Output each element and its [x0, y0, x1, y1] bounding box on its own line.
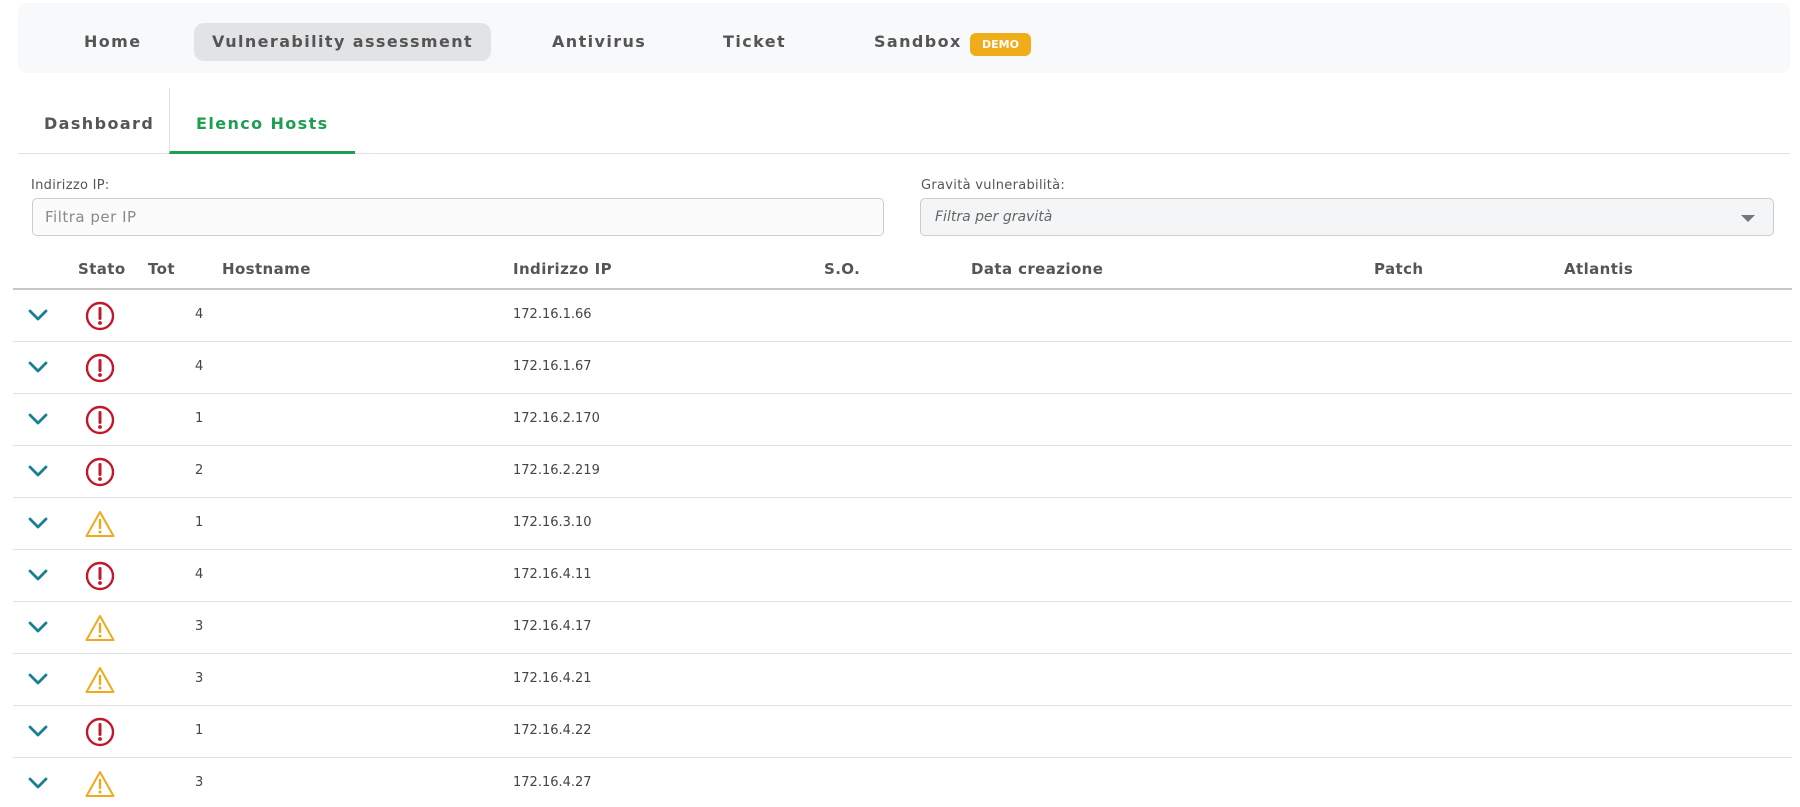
table-row[interactable]: 1 172.16.2.170: [13, 394, 1792, 446]
chevron-down-icon[interactable]: [26, 563, 50, 587]
cell-tot: 4: [195, 567, 204, 582]
cell-ip-address: 172.16.4.11: [513, 567, 592, 582]
chevron-down-icon[interactable]: [26, 355, 50, 379]
cell-ip-address: 172.16.4.22: [513, 723, 592, 738]
chevron-down-icon[interactable]: [26, 303, 50, 327]
cell-tot: 1: [195, 411, 204, 426]
cell-ip-address: 172.16.1.67: [513, 359, 592, 374]
chevron-down-icon[interactable]: [26, 615, 50, 639]
cell-tot: 3: [195, 619, 204, 634]
cell-ip-address: 172.16.3.10: [513, 515, 592, 530]
table-row[interactable]: 4 172.16.4.11: [13, 550, 1792, 602]
nav-item-home[interactable]: Home: [66, 23, 160, 61]
severity-filter-placeholder: Filtra per gravità: [935, 209, 1053, 225]
column-header-ip[interactable]: Indirizzo IP: [513, 260, 612, 278]
cell-tot: 3: [195, 671, 204, 686]
nav-item-vulnerability-assessment[interactable]: Vulnerability assessment: [194, 23, 492, 61]
nav-item-ticket[interactable]: Ticket: [705, 23, 804, 61]
ip-filter-input[interactable]: [32, 198, 884, 236]
cell-ip-address: 172.16.2.219: [513, 463, 600, 478]
warning-triangle-icon: [84, 664, 116, 696]
nav-item-sandbox[interactable]: Sandbox: [856, 23, 980, 61]
exclamation-circle-icon: [84, 716, 116, 748]
severity-filter-select[interactable]: Filtra per gravità: [920, 198, 1774, 236]
demo-badge: DEMO: [970, 33, 1031, 56]
exclamation-circle-icon: [84, 300, 116, 332]
exclamation-circle-icon: [84, 560, 116, 592]
column-header-hostname[interactable]: Hostname: [222, 260, 311, 278]
table-row[interactable]: 1 172.16.3.10: [13, 498, 1792, 550]
sub-tabs: Dashboard Elenco Hosts: [18, 88, 1790, 154]
chevron-down-icon[interactable]: [26, 407, 50, 431]
caret-down-icon: [1741, 215, 1755, 222]
column-header-tot[interactable]: Tot: [148, 260, 175, 278]
cell-ip-address: 172.16.1.66: [513, 307, 592, 322]
chevron-down-icon[interactable]: [26, 459, 50, 483]
cell-ip-address: 172.16.4.17: [513, 619, 592, 634]
nav-item-antivirus[interactable]: Antivirus: [534, 23, 664, 61]
cell-tot: 1: [195, 723, 204, 738]
table-row[interactable]: 3 172.16.4.21: [13, 654, 1792, 706]
table-row[interactable]: 4 172.16.1.67: [13, 342, 1792, 394]
column-header-atlantis[interactable]: Atlantis: [1564, 260, 1633, 278]
exclamation-circle-icon: [84, 404, 116, 436]
chevron-down-icon[interactable]: [26, 511, 50, 535]
warning-triangle-icon: [84, 612, 116, 644]
cell-tot: 4: [195, 359, 204, 374]
cell-ip-address: 172.16.4.27: [513, 775, 592, 790]
table-row[interactable]: 3 172.16.4.27: [13, 758, 1792, 807]
column-header-so[interactable]: S.O.: [824, 260, 860, 278]
column-header-patch[interactable]: Patch: [1374, 260, 1423, 278]
cell-tot: 1: [195, 515, 204, 530]
top-navigation: Home Vulnerability assessment Antivirus …: [18, 3, 1790, 73]
ip-filter-label: Indirizzo IP:: [31, 178, 110, 193]
table-header: Stato Tot Hostname Indirizzo IP S.O. Dat…: [13, 254, 1792, 290]
cell-ip-address: 172.16.2.170: [513, 411, 600, 426]
table-row[interactable]: 3 172.16.4.17: [13, 602, 1792, 654]
tab-dashboard[interactable]: Dashboard: [18, 88, 180, 153]
chevron-down-icon[interactable]: [26, 719, 50, 743]
table-row[interactable]: 1 172.16.4.22: [13, 706, 1792, 758]
warning-triangle-icon: [84, 768, 116, 800]
table-row[interactable]: 2 172.16.2.219: [13, 446, 1792, 498]
chevron-down-icon[interactable]: [26, 771, 50, 795]
exclamation-circle-icon: [84, 352, 116, 384]
exclamation-circle-icon: [84, 456, 116, 488]
cell-tot: 4: [195, 307, 204, 322]
chevron-down-icon[interactable]: [26, 667, 50, 691]
cell-tot: 2: [195, 463, 204, 478]
cell-tot: 3: [195, 775, 204, 790]
warning-triangle-icon: [84, 508, 116, 540]
column-header-data-creazione[interactable]: Data creazione: [971, 260, 1103, 278]
tab-elenco-hosts[interactable]: Elenco Hosts: [169, 88, 355, 154]
table-row[interactable]: 4 172.16.1.66: [13, 290, 1792, 342]
cell-ip-address: 172.16.4.21: [513, 671, 592, 686]
column-header-stato[interactable]: Stato: [78, 260, 126, 278]
severity-filter-label: Gravità vulnerabilità:: [921, 178, 1066, 193]
